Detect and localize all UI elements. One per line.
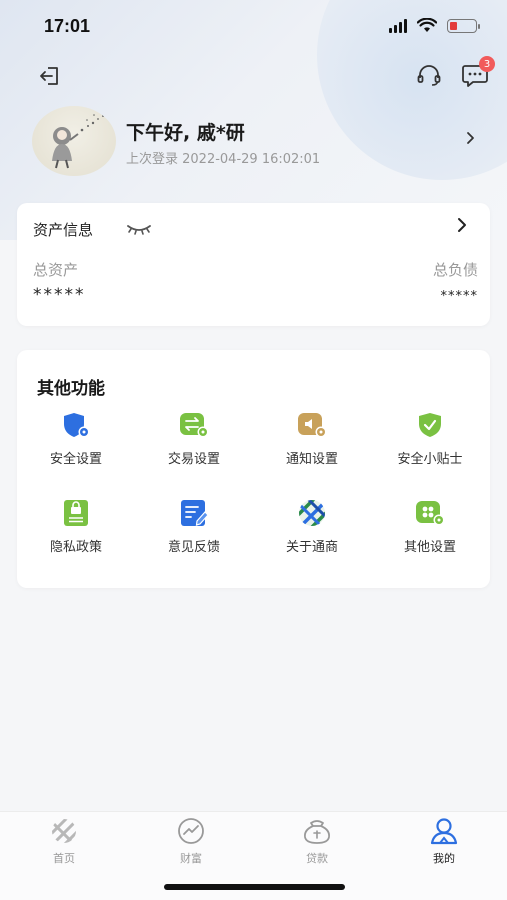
total-assets-label: 总资产 bbox=[33, 261, 79, 279]
money-bag-icon bbox=[301, 816, 333, 846]
function-label: 安全设置 bbox=[49, 452, 102, 467]
shield-check-icon bbox=[414, 410, 446, 440]
home-logo-icon bbox=[48, 816, 80, 846]
cellular-signal-icon bbox=[389, 18, 407, 33]
function-label: 安全小贴士 bbox=[397, 452, 463, 467]
asset-info-title: 资产信息 bbox=[33, 221, 94, 239]
speaker-gear-icon bbox=[296, 410, 328, 440]
tab-label: 财富 bbox=[180, 852, 202, 865]
tab-mine[interactable]: 我的 bbox=[394, 816, 494, 866]
apps-gear-icon bbox=[414, 498, 446, 528]
other-functions-title: 其他功能 bbox=[37, 379, 105, 399]
eye-closed-icon[interactable] bbox=[125, 221, 153, 240]
total-assets-value: ***** bbox=[33, 285, 86, 305]
home-indicator bbox=[164, 884, 345, 890]
asset-info-card: 资产信息 总资产 总负债 ***** ***** bbox=[17, 203, 490, 326]
message-count-badge: 3 bbox=[479, 56, 495, 72]
function-label: 通知设置 bbox=[285, 452, 338, 467]
total-debt-label: 总负债 bbox=[432, 261, 478, 279]
function-trade-settings[interactable]: 交易设置 bbox=[135, 410, 253, 467]
other-functions-card: 其他功能 安全设置 交易设置 通知设置 安全小贴士 隐私政策 意见反馈 关于通商… bbox=[17, 350, 490, 588]
function-label: 交易设置 bbox=[167, 452, 220, 467]
privacy-lock-icon bbox=[60, 498, 92, 528]
function-label: 关于通商 bbox=[285, 540, 338, 555]
function-label: 意见反馈 bbox=[167, 540, 220, 555]
function-label: 其他设置 bbox=[403, 540, 456, 555]
status-bar: 17:01 bbox=[0, 0, 507, 52]
profile-chevron-right-icon[interactable] bbox=[465, 130, 475, 149]
tab-wealth[interactable]: 财富 bbox=[141, 816, 241, 866]
function-label: 隐私政策 bbox=[49, 540, 102, 555]
wifi-icon bbox=[417, 18, 437, 32]
greeting-text: 下午好, 戚*研 bbox=[126, 122, 245, 144]
avatar[interactable] bbox=[32, 106, 116, 176]
function-other-settings[interactable]: 其他设置 bbox=[371, 498, 489, 555]
messages-button[interactable]: 3 bbox=[459, 56, 495, 90]
function-privacy-policy[interactable]: 隐私政策 bbox=[17, 498, 135, 555]
tab-home[interactable]: 首页 bbox=[14, 816, 114, 866]
tab-label: 我的 bbox=[433, 852, 455, 865]
function-security-settings[interactable]: 安全设置 bbox=[17, 410, 135, 467]
customer-service-button[interactable] bbox=[414, 62, 444, 90]
battery-icon bbox=[447, 18, 480, 33]
exchange-gear-icon bbox=[178, 410, 210, 440]
logout-icon bbox=[40, 67, 58, 85]
function-notification-settings[interactable]: 通知设置 bbox=[253, 410, 371, 467]
brand-logo-icon bbox=[296, 498, 328, 528]
status-time: 17:01 bbox=[44, 16, 91, 36]
logout-button[interactable] bbox=[36, 62, 64, 90]
total-debt-value: ***** bbox=[440, 289, 478, 304]
tab-label: 首页 bbox=[53, 852, 75, 865]
wealth-chart-icon bbox=[175, 816, 207, 846]
last-login-time: 上次登录 2022-04-29 16:02:01 bbox=[126, 152, 321, 167]
headset-icon bbox=[417, 65, 441, 86]
tab-label: 贷款 bbox=[306, 852, 328, 865]
user-profile-icon bbox=[428, 816, 460, 846]
asset-chevron-right-icon[interactable] bbox=[456, 217, 468, 238]
function-about-us[interactable]: 关于通商 bbox=[253, 498, 371, 555]
feedback-edit-icon bbox=[178, 498, 210, 528]
function-feedback[interactable]: 意见反馈 bbox=[135, 498, 253, 555]
tab-loans[interactable]: 贷款 bbox=[267, 816, 367, 866]
avatar-illustration bbox=[52, 114, 104, 169]
shield-gear-icon bbox=[60, 410, 92, 440]
function-security-tips[interactable]: 安全小贴士 bbox=[371, 410, 489, 467]
